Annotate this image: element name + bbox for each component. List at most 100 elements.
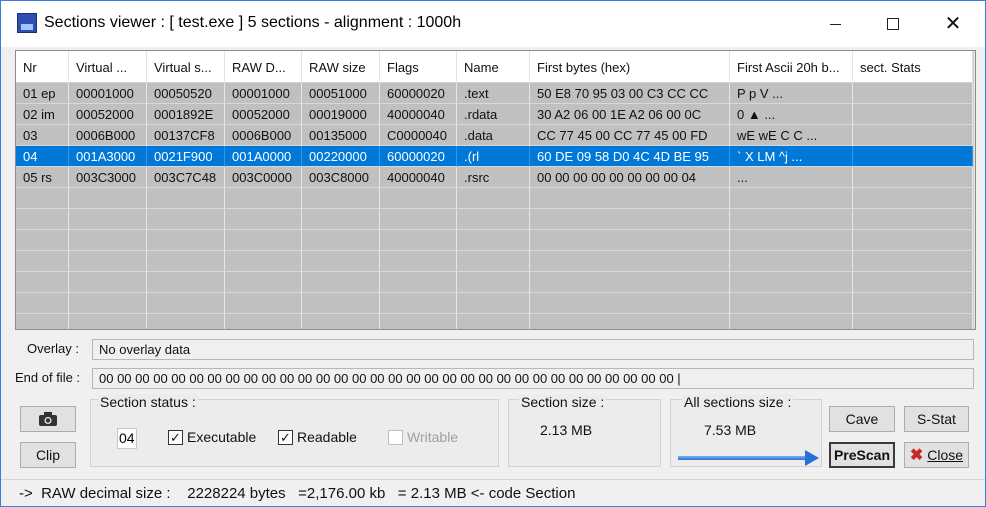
- table-cell: .data: [457, 125, 530, 146]
- column-header[interactable]: Nr: [16, 51, 69, 83]
- readable-label: Readable: [297, 429, 357, 445]
- empty-table-cell: [16, 209, 69, 230]
- empty-table-cell: [457, 230, 530, 251]
- table-cell: [853, 125, 973, 146]
- table-cell: 00 00 00 00 00 00 00 00 04: [530, 167, 730, 188]
- arrow-right-icon: [805, 450, 819, 466]
- column-header[interactable]: RAW size: [302, 51, 380, 83]
- minimize-icon: [829, 23, 841, 25]
- empty-table-cell: [16, 293, 69, 314]
- close-window-button[interactable]: ✕: [929, 1, 977, 47]
- section-number-field: 04: [117, 428, 137, 449]
- empty-table-cell: [147, 314, 225, 329]
- minimize-button[interactable]: [811, 1, 859, 47]
- empty-table-row: [16, 230, 975, 251]
- table-cell: 00137CF8: [147, 125, 225, 146]
- clip-button[interactable]: Clip: [20, 442, 76, 468]
- column-header[interactable]: sect. Stats: [853, 51, 973, 83]
- s-stat-button[interactable]: S-Stat: [904, 406, 969, 432]
- section-size-label: Section size :: [519, 394, 607, 410]
- empty-table-cell: [69, 272, 147, 293]
- close-button[interactable]: ✖ Close: [904, 442, 969, 468]
- window-title: Sections viewer : [ test.exe ] 5 section…: [44, 14, 462, 31]
- empty-table-cell: [147, 272, 225, 293]
- empty-table-cell: [380, 314, 457, 329]
- table-row[interactable]: 02 im 00052000 0001892E 00052000 00019000 400…: [16, 104, 975, 125]
- camera-button[interactable]: [20, 406, 76, 432]
- sections-viewer-window: Sections viewer : [ test.exe ] 5 section…: [0, 0, 986, 507]
- empty-table-cell: [380, 230, 457, 251]
- table-cell: 001A0000: [225, 146, 302, 167]
- executable-check-icon: ✓: [168, 429, 183, 445]
- empty-table-cell: [225, 209, 302, 230]
- camera-icon: [39, 412, 57, 426]
- readable-checkbox[interactable]: ✓ Readable: [278, 429, 357, 445]
- empty-table-cell: [530, 314, 730, 329]
- all-sections-size-label: All sections size :: [682, 394, 794, 410]
- table-cell: 00019000: [302, 104, 380, 125]
- table-cell: .rsrc: [457, 167, 530, 188]
- writable-checkbox[interactable]: Writable: [388, 429, 458, 445]
- empty-table-cell: [730, 272, 853, 293]
- empty-table-cell: [380, 209, 457, 230]
- table-cell: 00052000: [225, 104, 302, 125]
- empty-table-cell: [225, 314, 302, 329]
- table-row[interactable]: 04 001A3000 0021F900 001A0000 00220000 600000…: [16, 146, 975, 167]
- empty-table-cell: [730, 230, 853, 251]
- empty-table-cell: [457, 251, 530, 272]
- maximize-icon: [887, 18, 899, 30]
- table-cell: 05 rs: [16, 167, 69, 188]
- column-header[interactable]: Flags: [380, 51, 457, 83]
- table-cell: 40000040: [380, 104, 457, 125]
- table-cell: .text: [457, 83, 530, 104]
- table-cell: 50 E8 70 95 03 00 C3 CC CC: [530, 83, 730, 104]
- table-cell: 00135000: [302, 125, 380, 146]
- table-scrollbar-track[interactable]: [973, 51, 975, 329]
- empty-table-cell: [457, 188, 530, 209]
- empty-table-cell: [225, 230, 302, 251]
- empty-table-cell: [730, 293, 853, 314]
- empty-table-row: [16, 314, 975, 329]
- empty-table-cell: [853, 230, 973, 251]
- maximize-button[interactable]: [869, 1, 917, 47]
- table-cell: 02 im: [16, 104, 69, 125]
- table-cell: [853, 83, 973, 104]
- table-row[interactable]: 01 ep 00001000 00050520 00001000 00051000 600…: [16, 83, 975, 104]
- table-cell: 00052000: [69, 104, 147, 125]
- column-header[interactable]: Name: [457, 51, 530, 83]
- empty-table-cell: [225, 251, 302, 272]
- column-header[interactable]: First Ascii 20h b...: [730, 51, 853, 83]
- table-cell: 001A3000: [69, 146, 147, 167]
- end-of-file-label: End of file :: [15, 370, 81, 385]
- empty-table-cell: [730, 209, 853, 230]
- column-header[interactable]: Virtual ...: [69, 51, 147, 83]
- table-cell: C0000040: [380, 125, 457, 146]
- table-cell: [853, 167, 973, 188]
- table-cell: 0021F900: [147, 146, 225, 167]
- column-header[interactable]: First bytes (hex): [530, 51, 730, 83]
- empty-table-cell: [69, 293, 147, 314]
- empty-table-cell: [16, 314, 69, 329]
- table-cell: wE wE C C ...: [730, 125, 853, 146]
- column-header[interactable]: Virtual s...: [147, 51, 225, 83]
- table-row[interactable]: 03 0006B000 00137CF8 0006B000 00135000 C00000…: [16, 125, 975, 146]
- empty-table-cell: [853, 209, 973, 230]
- empty-table-row: [16, 209, 975, 230]
- empty-table-row: [16, 293, 975, 314]
- sections-table[interactable]: Nr Virtual ... Virtual s... RAW D... RAW siz…: [15, 50, 976, 330]
- status-bar: -> RAW decimal size : 2228224 bytes =2,1…: [1, 479, 985, 506]
- empty-table-cell: [730, 188, 853, 209]
- empty-table-cell: [302, 230, 380, 251]
- table-row[interactable]: 05 rs 003C3000 003C7C48 003C0000 003C8000 400…: [16, 167, 975, 188]
- table-cell: 0001892E: [147, 104, 225, 125]
- executable-checkbox[interactable]: ✓ Executable: [168, 429, 256, 445]
- empty-table-cell: [147, 209, 225, 230]
- empty-table-cell: [530, 188, 730, 209]
- cave-button[interactable]: Cave: [829, 406, 895, 432]
- column-header[interactable]: RAW D...: [225, 51, 302, 83]
- table-cell: [853, 146, 973, 167]
- empty-table-cell: [16, 188, 69, 209]
- prescan-button[interactable]: PreScan: [829, 442, 895, 468]
- empty-table-cell: [457, 293, 530, 314]
- table-cell: 01 ep: [16, 83, 69, 104]
